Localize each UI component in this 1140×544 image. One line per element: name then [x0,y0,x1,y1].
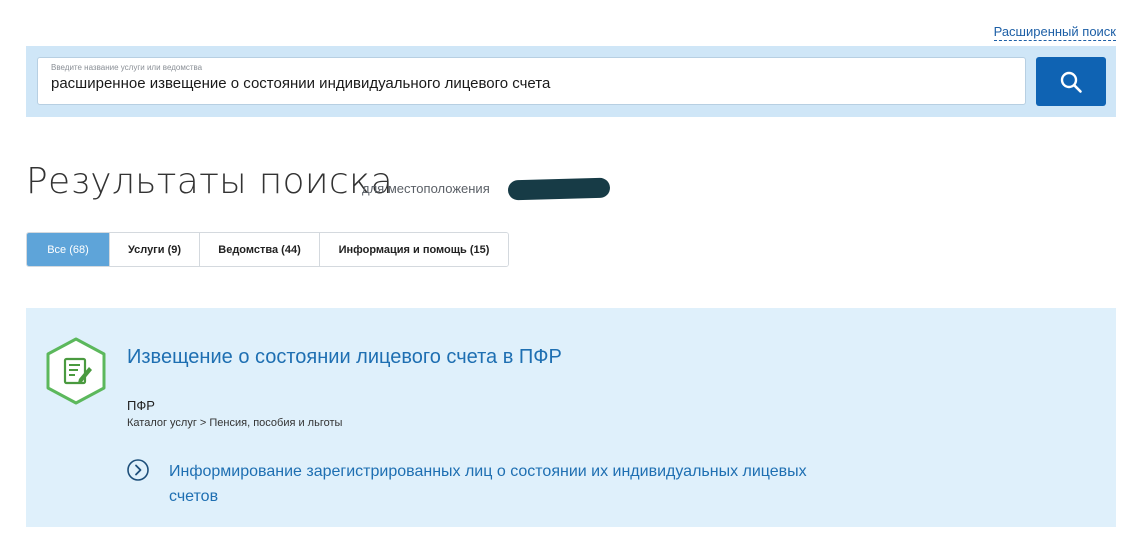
page-title: Результаты поиска [26,161,394,202]
result-tabs: Все (68) Услуги (9) Ведомства (44) Инфор… [26,232,509,267]
sub-service-link[interactable]: Информирование зарегистрированных лиц о … [169,459,809,509]
result-organization: ПФР [127,398,155,413]
result-card: Извещение о состоянии лицевого счета в П… [26,308,1116,527]
search-input[interactable]: Введите название услуги или ведомства ра… [37,57,1026,105]
document-edit-icon [46,337,106,405]
tab-agencies[interactable]: Ведомства (44) [200,233,320,266]
tab-all[interactable]: Все (68) [27,233,110,266]
advanced-search-link[interactable]: Расширенный поиск [993,24,1116,41]
search-bar: Введите название услуги или ведомства ра… [26,46,1116,117]
search-input-value[interactable]: расширенное извещение о состоянии индиви… [51,75,550,92]
tab-services[interactable]: Услуги (9) [110,233,200,266]
search-button[interactable] [1036,57,1106,106]
result-title-link[interactable]: Извещение о состоянии лицевого счета в П… [127,346,562,369]
location-label: для местоположения [362,181,490,196]
search-icon [1060,71,1082,93]
result-breadcrumb: Каталог услуг > Пенсия, пособия и льготы [127,417,343,429]
tab-info-help[interactable]: Информация и помощь (15) [320,233,508,266]
location-redaction [507,177,611,201]
search-input-label: Введите название услуги или ведомства [51,63,203,72]
chevron-right-circle-icon [127,459,149,481]
